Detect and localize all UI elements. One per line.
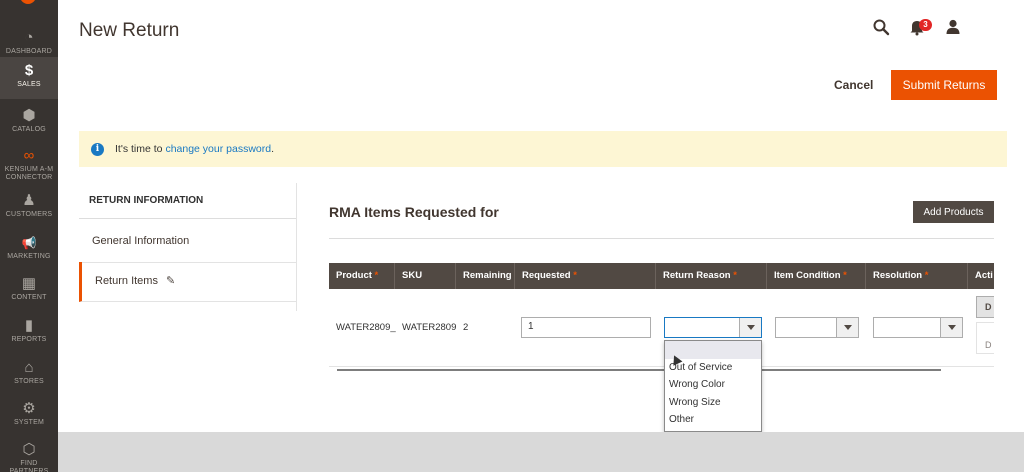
dropdown-option-other[interactable]: Other bbox=[665, 411, 761, 429]
sidebar-item-label: CUSTOMERS bbox=[5, 211, 53, 218]
tabs-divider bbox=[296, 183, 297, 311]
page-title: New Return bbox=[79, 20, 180, 41]
submit-returns-button[interactable]: Submit Returns bbox=[891, 70, 997, 100]
sidebar-item-label: SALES bbox=[17, 81, 41, 88]
column-header-remaining: Remaining bbox=[456, 263, 515, 289]
bar-chart-icon: ▮ bbox=[24, 317, 34, 334]
chevron-down-icon bbox=[739, 318, 761, 337]
horizontal-scrollbar[interactable] bbox=[337, 369, 941, 371]
tab-general-information[interactable]: General Information bbox=[79, 223, 296, 263]
notification-count-badge: 3 bbox=[919, 19, 932, 31]
tabs-title: RETURN INFORMATION bbox=[79, 183, 296, 219]
return-reason-select[interactable] bbox=[664, 317, 762, 338]
notice-suffix: . bbox=[271, 143, 275, 155]
sidebar-item-customers[interactable]: ♟ CUSTOMERS bbox=[0, 187, 58, 229]
search-icon[interactable] bbox=[872, 18, 890, 36]
footer-band bbox=[58, 432, 1024, 472]
sidebar-item-content[interactable]: ▦ CONTENT bbox=[0, 270, 58, 312]
add-products-button[interactable]: Add Products bbox=[913, 201, 994, 223]
cell-sku: WATER2809 bbox=[402, 322, 457, 333]
table-row: WATER2809_ WATER2809 2 1 D D bbox=[329, 289, 994, 367]
sidebar-item-label: STORES bbox=[14, 378, 44, 385]
column-header-sku: SKU bbox=[395, 263, 456, 289]
sidebar-item-kensium-connector[interactable]: ∞ KENSIUM A-M CONNECTOR bbox=[0, 142, 58, 186]
row-action-button[interactable]: D bbox=[976, 296, 994, 318]
dollar-icon: $ bbox=[24, 62, 34, 79]
sidebar-item-reports[interactable]: ▮ REPORTS bbox=[0, 312, 58, 354]
notice-prefix: It's time to bbox=[115, 143, 166, 155]
pencil-icon: ✎ bbox=[165, 275, 176, 287]
sidebar-item-label: DASHBOARD bbox=[5, 48, 53, 55]
user-icon[interactable] bbox=[944, 18, 962, 36]
column-header-item-condition: Item Condition * bbox=[767, 263, 866, 289]
tab-label: General Information bbox=[92, 235, 190, 247]
person-icon: ♟ bbox=[22, 192, 36, 209]
cube-icon: ⬢ bbox=[22, 107, 36, 124]
section-divider bbox=[329, 238, 994, 239]
sidebar-item-label: MARKETING bbox=[7, 253, 51, 260]
sidebar-item-label: FIND PARTNERS bbox=[9, 460, 49, 472]
sidebar-item-system[interactable]: ⚙ SYSTEM bbox=[0, 395, 58, 437]
sidebar-item-marketing[interactable]: 📢 MARKETING bbox=[0, 229, 58, 271]
column-header-return-reason: Return Reason * bbox=[656, 263, 767, 289]
connector-icon: ∞ bbox=[23, 147, 35, 164]
resolution-select[interactable] bbox=[873, 317, 963, 338]
sidebar-item-label: KENSIUM A-M bbox=[4, 166, 54, 173]
store-icon: ⌂ bbox=[24, 359, 34, 376]
sidebar-item-find-partners[interactable]: ⬡ FIND PARTNERS bbox=[0, 436, 58, 472]
magento-logo[interactable] bbox=[20, 0, 36, 4]
sidebar-item-label: CONTENT bbox=[11, 294, 47, 301]
content-icon: ▦ bbox=[21, 275, 37, 292]
tab-label: Return Items bbox=[95, 275, 158, 287]
sidebar-item-label: REPORTS bbox=[11, 336, 47, 343]
column-header-requested: Requested * bbox=[515, 263, 656, 289]
item-condition-select[interactable] bbox=[775, 317, 859, 338]
dropdown-option-wrong-size[interactable]: Wrong Size bbox=[665, 394, 761, 412]
change-password-link[interactable]: change your password bbox=[165, 143, 271, 155]
password-notice: i It's time to change your password. bbox=[79, 131, 1007, 167]
sidebar-item-sales[interactable]: $ SALES bbox=[0, 57, 58, 99]
column-header-resolution: Resolution * bbox=[866, 263, 968, 289]
cell-product: WATER2809_ bbox=[336, 322, 396, 333]
sidebar-item-label: CATALOG bbox=[12, 126, 46, 133]
requested-qty-input[interactable]: 1 bbox=[521, 317, 651, 338]
row-action-link[interactable]: D bbox=[976, 322, 994, 354]
column-header-action: Acti bbox=[975, 270, 993, 281]
tab-return-items[interactable]: Return Items ✎ bbox=[79, 262, 296, 302]
notice-text: It's time to change your password. bbox=[115, 143, 274, 155]
app: ◔ DASHBOARD $ SALES ⬢ CATALOG ∞ KENSIUM … bbox=[0, 0, 1024, 472]
rma-items-grid: Product * SKU Remaining Requested * Retu… bbox=[329, 263, 994, 367]
sidebar-item-label: SYSTEM bbox=[14, 419, 44, 426]
sidebar-item-stores[interactable]: ⌂ STORES bbox=[0, 354, 58, 396]
cell-remaining: 2 bbox=[463, 322, 469, 333]
column-header-product: Product * bbox=[329, 263, 395, 289]
sidebar-item-label-line2: CONNECTOR bbox=[5, 174, 53, 181]
cancel-button[interactable]: Cancel bbox=[828, 76, 879, 94]
gear-icon: ⚙ bbox=[22, 400, 36, 417]
grid-header: Product * SKU Remaining Requested * Retu… bbox=[329, 263, 994, 289]
dropdown-option-wrong-color[interactable]: Wrong Color bbox=[665, 376, 761, 394]
section-title: RMA Items Requested for bbox=[329, 204, 499, 220]
admin-sidebar: ◔ DASHBOARD $ SALES ⬢ CATALOG ∞ KENSIUM … bbox=[0, 0, 58, 472]
chevron-down-icon bbox=[836, 318, 858, 337]
info-icon: i bbox=[91, 143, 104, 156]
sidebar-item-catalog[interactable]: ⬢ CATALOG bbox=[0, 102, 58, 144]
dashboard-icon: ◔ bbox=[24, 29, 34, 46]
megaphone-icon: 📢 bbox=[21, 236, 37, 250]
partners-icon: ⬡ bbox=[22, 441, 36, 458]
chevron-down-icon bbox=[940, 318, 962, 337]
